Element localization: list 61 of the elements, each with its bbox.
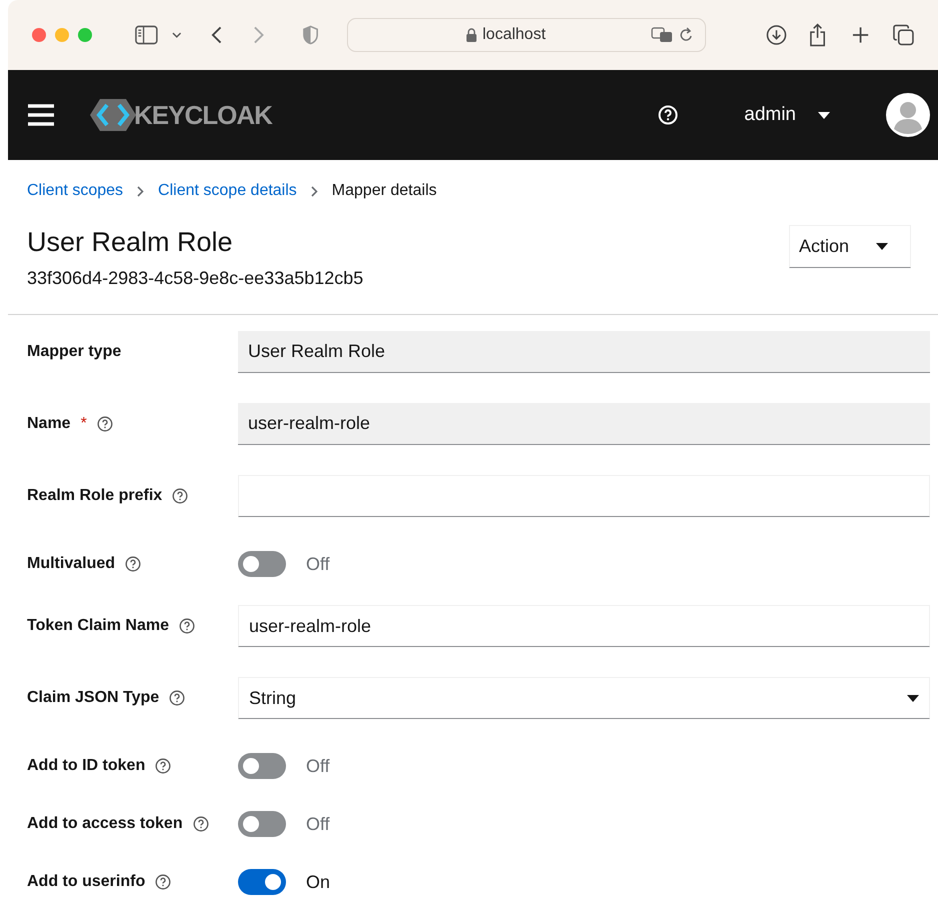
sidebar-icon[interactable] bbox=[135, 25, 158, 45]
field-label: Claim JSON Type bbox=[27, 688, 160, 708]
lock-icon bbox=[466, 28, 476, 42]
chevron-right-icon bbox=[310, 186, 318, 196]
mapper-id: 33f306d4-2983-4c58-9e8c-ee33a5b12cb5 bbox=[27, 267, 364, 290]
readonly-field: User Realm Role bbox=[238, 331, 930, 373]
action-dropdown[interactable]: Action bbox=[789, 225, 911, 268]
toggle-switch[interactable] bbox=[238, 753, 286, 779]
url-text: localhost bbox=[482, 25, 546, 45]
help-icon[interactable] bbox=[169, 690, 186, 706]
field-label: Add to ID token bbox=[27, 756, 146, 776]
help-icon[interactable] bbox=[155, 874, 172, 890]
page-title: User Realm Role bbox=[27, 226, 234, 259]
field-label: Mapper type bbox=[27, 342, 122, 362]
help-icon[interactable] bbox=[155, 758, 172, 774]
help-icon[interactable] bbox=[178, 618, 195, 634]
caret-icon bbox=[818, 112, 830, 118]
field-label: Add to access token bbox=[27, 814, 183, 834]
switch-state-label: Off bbox=[306, 812, 330, 836]
field-label: Name bbox=[27, 414, 71, 434]
readonly-field: user-realm-role bbox=[238, 403, 930, 445]
switch-state-label: On bbox=[306, 870, 330, 894]
menu-icon[interactable] bbox=[28, 104, 54, 126]
input-field[interactable] bbox=[238, 475, 930, 517]
caret-icon bbox=[907, 694, 919, 702]
breadcrumb-link[interactable]: Client scopes bbox=[27, 179, 124, 203]
download-icon[interactable] bbox=[766, 24, 787, 46]
toggle-switch[interactable] bbox=[238, 551, 286, 577]
input-field[interactable]: user-realm-role bbox=[238, 605, 930, 647]
field-label: Realm Role prefix bbox=[27, 486, 162, 506]
tabs-overview-icon[interactable] bbox=[893, 24, 914, 46]
help-icon[interactable] bbox=[192, 816, 209, 832]
back-icon[interactable] bbox=[211, 25, 223, 45]
field-label: Token Claim Name bbox=[27, 616, 169, 636]
logo-icon bbox=[90, 99, 136, 131]
switch-state-label: Off bbox=[306, 754, 330, 778]
user-menu[interactable]: admin bbox=[744, 100, 830, 130]
help-icon[interactable] bbox=[96, 416, 113, 432]
chevron-right-icon bbox=[137, 186, 144, 196]
address-bar[interactable]: localhost bbox=[347, 18, 706, 52]
reload-icon[interactable] bbox=[678, 27, 693, 43]
caret-icon bbox=[876, 243, 888, 250]
field-label: Multivalued bbox=[27, 554, 116, 574]
breadcrumb-link[interactable]: Client scope details bbox=[158, 179, 297, 203]
field-label: Add to userinfo bbox=[27, 872, 146, 892]
help-icon[interactable] bbox=[125, 556, 142, 572]
breadcrumb-current: Mapper details bbox=[332, 181, 437, 201]
brand-name: KEYCLOAK bbox=[134, 98, 272, 132]
required-asterisk: * bbox=[80, 414, 87, 434]
toggle-switch[interactable] bbox=[238, 811, 286, 837]
switch-state-label: Off bbox=[306, 552, 330, 576]
translate-icon[interactable] bbox=[650, 27, 673, 43]
avatar-icon[interactable] bbox=[886, 93, 930, 137]
shield-icon[interactable] bbox=[302, 25, 320, 45]
new-tab-icon[interactable] bbox=[852, 26, 870, 44]
chevron-down-icon[interactable] bbox=[172, 32, 182, 38]
select-dropdown[interactable]: String bbox=[238, 677, 930, 719]
help-icon[interactable] bbox=[172, 488, 188, 504]
close-window-icon[interactable] bbox=[32, 28, 46, 42]
share-icon[interactable] bbox=[808, 23, 826, 47]
toggle-switch[interactable] bbox=[238, 869, 286, 895]
